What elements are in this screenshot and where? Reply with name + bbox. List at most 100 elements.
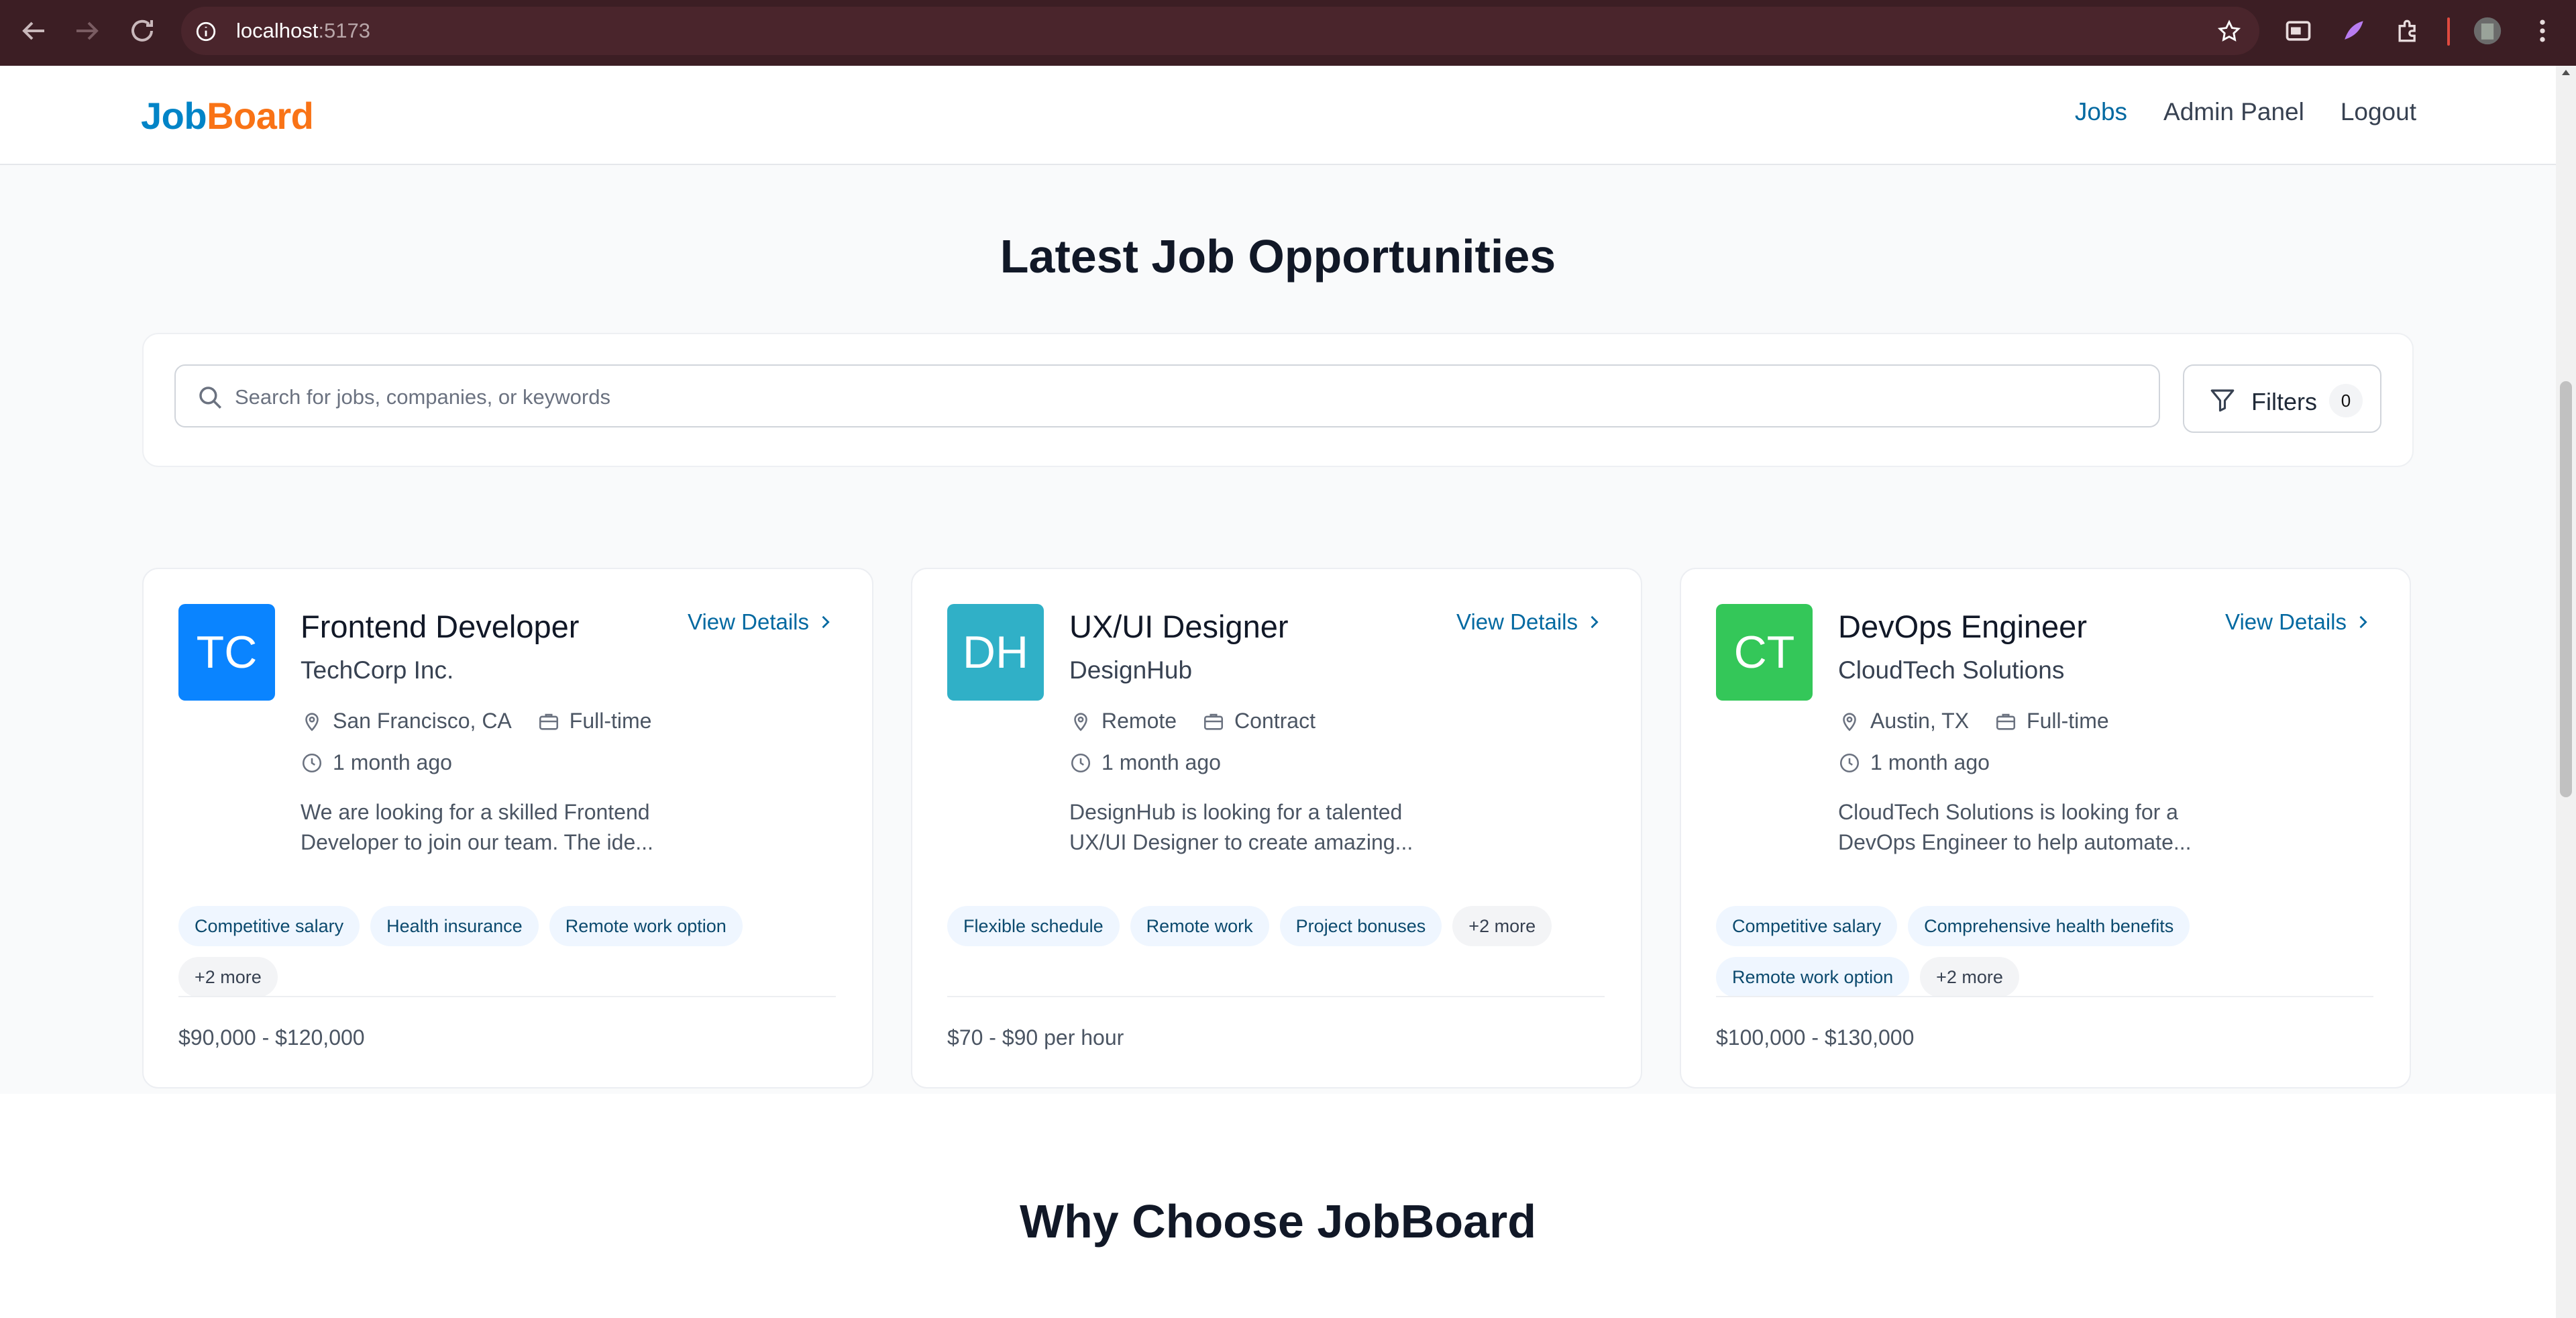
more-tags-badge: +2 more [1920, 957, 2019, 997]
posted-time: 1 month ago [1102, 750, 1221, 774]
company-avatar: DH [947, 604, 1044, 701]
features-heading: Why Choose JobBoard [1019, 1195, 1537, 1248]
bookmark-star-icon[interactable] [2216, 19, 2242, 44]
more-tags-badge: +2 more [1452, 906, 1552, 946]
job-description: CloudTech Solutions is looking for a Dev… [1838, 800, 2192, 854]
profile-avatar-icon[interactable] [2473, 16, 2502, 46]
salary-range: $100,000 - $130,000 [1716, 1025, 1915, 1050]
briefcase-icon [539, 713, 558, 730]
view-details-link[interactable]: View Details [688, 609, 835, 635]
chevron-right-icon [822, 615, 830, 629]
briefcase-icon [1996, 713, 2016, 730]
job-card[interactable]: DH UX/UI Designer DesignHub View Details… [911, 568, 1642, 1088]
benefit-tag: Remote work option [1716, 957, 1910, 997]
search-placeholder: Search for jobs, companies, or keywords [235, 385, 610, 409]
job-description: We are looking for a skilled Frontend De… [301, 800, 653, 854]
site-header: JobBoard Jobs Admin Panel Logout [0, 66, 2556, 165]
benefit-tag: Remote work [1130, 906, 1269, 946]
more-tags-badge: +2 more [178, 957, 278, 997]
job-location: San Francisco, CA [333, 709, 512, 733]
card-divider [947, 996, 1605, 997]
location-pin-icon [305, 712, 319, 731]
benefit-tag: Comprehensive health benefits [1908, 906, 2190, 946]
job-location: Remote [1102, 709, 1177, 733]
card-divider [1716, 996, 2373, 997]
salary-range: $90,000 - $120,000 [178, 1025, 365, 1050]
location-pin-icon [1074, 712, 1087, 731]
posted-time: 1 month ago [1870, 750, 1990, 774]
chevron-right-icon [1591, 615, 1599, 629]
filter-funnel-icon [2210, 389, 2235, 412]
company-name: DesignHub [1069, 656, 1193, 684]
job-card[interactable]: CT DevOps Engineer CloudTech Solutions V… [1680, 568, 2411, 1088]
job-description: DesignHub is looking for a talented UX/U… [1069, 800, 1413, 854]
main-nav: Jobs Admin Panel Logout [2075, 98, 2416, 126]
browser-toolbar: localhost:5173 [0, 0, 2576, 66]
company-name: TechCorp Inc. [301, 656, 454, 684]
address-bar[interactable]: localhost:5173 [181, 7, 2259, 55]
page-title: Latest Job Opportunities [1000, 230, 1556, 283]
browser-menu-icon[interactable] [2528, 16, 2557, 46]
view-details-link[interactable]: View Details [1456, 609, 1603, 635]
benefit-tag: Health insurance [370, 906, 539, 946]
briefcase-icon [1204, 713, 1224, 730]
feather-extension-icon[interactable] [2339, 16, 2368, 46]
job-posted: 1 month ago [1069, 750, 1221, 775]
page-scrollbar[interactable] [2556, 66, 2576, 1318]
job-title: DevOps Engineer [1838, 609, 2087, 644]
nav-link-admin-panel[interactable]: Admin Panel [2163, 98, 2304, 126]
chevron-right-icon [2359, 615, 2367, 629]
job-location: Austin, TX [1870, 709, 1970, 733]
tab-search-icon[interactable] [2284, 16, 2313, 46]
salary-range: $70 - $90 per hour [947, 1025, 1124, 1050]
job-type: Full-time [2027, 709, 2109, 733]
benefit-tag: Remote work option [549, 906, 743, 946]
benefit-tags: Competitive salary Comprehensive health … [1716, 906, 2373, 997]
job-type: Full-time [569, 709, 652, 733]
site-info-icon[interactable] [195, 20, 217, 43]
job-posted: 1 month ago [301, 750, 452, 775]
benefit-tag: Competitive salary [178, 906, 360, 946]
nav-link-jobs[interactable]: Jobs [2075, 98, 2127, 126]
benefit-tag: Project bonuses [1279, 906, 1442, 946]
company-avatar: CT [1716, 604, 1813, 701]
job-title: Frontend Developer [301, 609, 580, 644]
company-name: CloudTech Solutions [1838, 656, 2065, 684]
card-divider [178, 996, 836, 997]
filters-count-badge: 0 [2329, 384, 2363, 417]
nav-link-logout[interactable]: Logout [2341, 98, 2416, 126]
forward-arrow-icon[interactable] [71, 15, 103, 47]
reload-icon[interactable] [126, 15, 158, 47]
job-meta: Austin, TX Full-time [1838, 709, 2109, 733]
view-details-link[interactable]: View Details [2225, 609, 2372, 635]
address-url: localhost:5173 [236, 19, 370, 42]
location-pin-icon [1843, 712, 1856, 731]
site-logo[interactable]: JobBoard [141, 94, 314, 138]
filters-button[interactable]: Filters 0 [2183, 364, 2381, 433]
benefit-tag: Competitive salary [1716, 906, 1898, 946]
clock-icon [302, 753, 322, 772]
company-avatar: TC [178, 604, 275, 701]
job-type: Contract [1234, 709, 1316, 733]
clock-icon [1839, 753, 1860, 772]
benefit-tag: Flexible schedule [947, 906, 1120, 946]
scroll-up-arrow-icon[interactable] [2562, 70, 2570, 75]
back-arrow-icon[interactable] [17, 15, 50, 47]
job-title: UX/UI Designer [1069, 609, 1289, 644]
benefit-tags: Flexible schedule Remote work Project bo… [947, 906, 1605, 946]
job-meta: San Francisco, CA Full-time [301, 709, 651, 733]
search-panel: Search for jobs, companies, or keywords … [142, 333, 2414, 467]
job-posted: 1 month ago [1838, 750, 1990, 775]
clock-icon [1071, 753, 1091, 772]
search-input[interactable]: Search for jobs, companies, or keywords [174, 364, 2160, 427]
posted-time: 1 month ago [333, 750, 452, 774]
toolbar-separator [2447, 17, 2450, 46]
benefit-tags: Competitive salary Health insurance Remo… [178, 906, 836, 997]
job-meta: Remote Contract [1069, 709, 1316, 733]
search-icon [199, 387, 221, 409]
scrollbar-thumb[interactable] [2560, 381, 2572, 797]
filters-label: Filters [2251, 388, 2317, 415]
extensions-puzzle-icon[interactable] [2394, 16, 2423, 46]
job-card[interactable]: TC Frontend Developer TechCorp Inc. View… [142, 568, 873, 1088]
page-content: JobBoard Jobs Admin Panel Logout Latest … [0, 66, 2556, 1318]
